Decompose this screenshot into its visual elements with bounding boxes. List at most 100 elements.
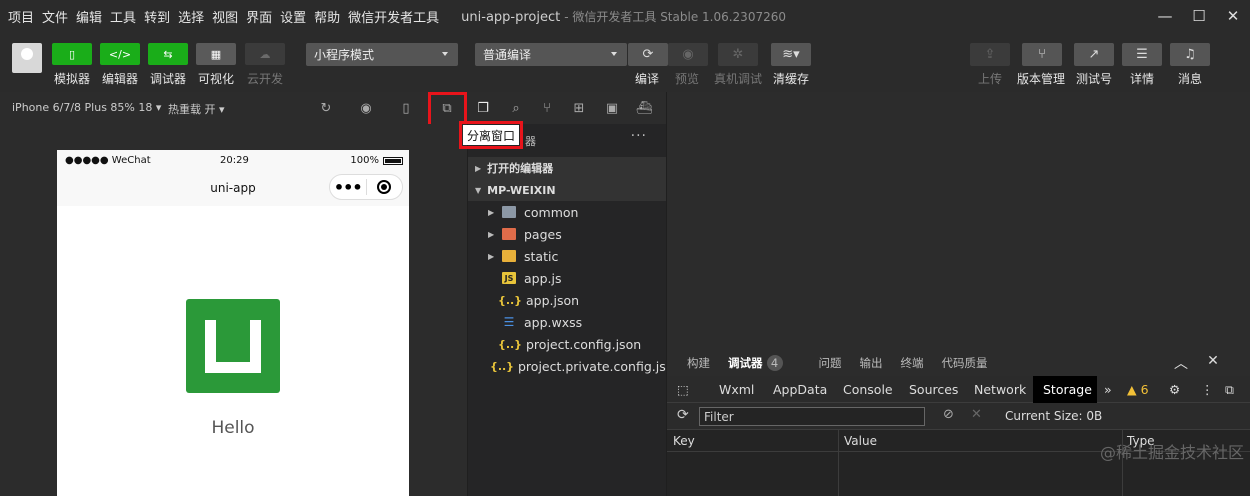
menu-help[interactable]: 帮助	[314, 7, 340, 26]
tree-item-project-config[interactable]: {..} project.config.json	[468, 333, 667, 355]
menu-project[interactable]: 项目	[8, 7, 34, 26]
simulator-button[interactable]: ▯ 模拟器	[52, 43, 92, 87]
tab-debugger[interactable]: 调试器 4	[728, 354, 801, 371]
minimize-icon[interactable]: —	[1148, 0, 1182, 32]
tree-item-app-wxss[interactable]: ☰ app.wxss	[468, 311, 667, 333]
detach-window-tooltip: 分离窗口	[463, 125, 519, 145]
menu-settings[interactable]: 设置	[280, 7, 306, 26]
avatar[interactable]	[12, 43, 42, 73]
window-title: uni-app-project - 微信开发者工具 Stable 1.06.230…	[461, 8, 786, 25]
tab-appdata[interactable]: AppData	[773, 382, 827, 397]
menu-tools[interactable]: 工具	[110, 7, 136, 26]
tab-output[interactable]: 输出	[860, 355, 883, 371]
close-icon[interactable]: ✕	[1216, 0, 1250, 32]
kebab-menu-icon[interactable]: ⋮	[1201, 382, 1214, 397]
dock-icon[interactable]: ⧉	[1225, 382, 1234, 398]
extensions-icon[interactable]: ⊞	[571, 100, 587, 116]
more-icon[interactable]: •••	[330, 178, 366, 197]
tree-item-pages[interactable]: ▶ pages	[468, 223, 667, 245]
clear-icon[interactable]: ⊘	[943, 407, 954, 422]
copy-files-icon[interactable]: ❐	[475, 100, 491, 116]
capsule-button[interactable]: •••	[329, 174, 403, 200]
bug-icon[interactable]: ✲	[718, 43, 758, 66]
exit-icon[interactable]	[366, 180, 402, 194]
menu-view[interactable]: 视图	[212, 7, 238, 26]
device-select[interactable]: iPhone 6/7/8 Plus 85% 18 ▾	[12, 101, 161, 114]
inspect-icon[interactable]: ⬚	[677, 382, 689, 397]
watermark: @稀土掘金技术社区	[1099, 443, 1244, 462]
tab-wxml[interactable]: Wxml	[719, 382, 754, 397]
tab-terminal[interactable]: 终端	[901, 355, 924, 371]
chevron-right-icon: ▶	[488, 207, 495, 217]
battery-icon	[383, 156, 403, 165]
eye-icon[interactable]: ◉	[668, 43, 708, 66]
search-icon[interactable]: ⌕	[508, 100, 524, 116]
compile-select[interactable]: 普通编译	[475, 43, 627, 66]
folder-icon	[502, 206, 516, 218]
rotate-icon[interactable]: ↻	[318, 100, 334, 116]
devtools-tabs: ⬚ Wxml AppData Console Sources Network S…	[667, 376, 1250, 403]
menu-edit[interactable]: 编辑	[76, 7, 102, 26]
tree-item-label: project.private.config.js...	[518, 358, 667, 374]
tree-item-app-js[interactable]: JS app.js	[468, 267, 667, 289]
preview-label: 预览	[675, 72, 700, 86]
file-explorer: 器 ··· ▶ 打开的编辑器 ▼ MP-WEIXIN ▶ common ▶ pages …	[467, 124, 667, 496]
gear-icon[interactable]: ⚙	[1169, 382, 1180, 397]
mode-select[interactable]: 小程序模式	[306, 43, 458, 66]
tab-sources[interactable]: Sources	[909, 382, 958, 397]
tree-item-common[interactable]: ▶ common	[468, 201, 667, 223]
more-tabs-icon[interactable]: »	[1104, 382, 1112, 397]
bell-icon[interactable]: ♫	[1170, 43, 1210, 66]
tab-console[interactable]: Console	[843, 382, 893, 397]
menu-interface[interactable]: 界面	[246, 7, 272, 26]
delete-icon[interactable]: ✕	[971, 407, 982, 422]
tab-code-quality[interactable]: 代码质量	[942, 355, 988, 371]
debugger-button[interactable]: ⇆ 调试器	[148, 43, 188, 87]
project-section[interactable]: ▼ MP-WEIXIN	[468, 179, 667, 201]
close-icon[interactable]: ✕	[1197, 353, 1229, 373]
column-value[interactable]: Value	[844, 434, 877, 448]
git-branch-icon[interactable]: ⑂	[539, 100, 555, 116]
branch-icon[interactable]: ⑂	[1022, 43, 1062, 66]
chevron-down-icon	[611, 52, 617, 56]
editor-area[interactable]	[666, 92, 1250, 349]
menu-icon[interactable]: ☰	[1122, 43, 1162, 66]
folder-icon	[502, 228, 516, 240]
tab-network[interactable]: Network	[974, 382, 1026, 397]
docker-icon[interactable]: ⛴	[636, 100, 653, 116]
stop-icon[interactable]: ◉	[358, 100, 374, 116]
layers-icon[interactable]: ≋▾	[771, 43, 811, 66]
hot-reload-select[interactable]: 热重载 开 ▾	[168, 101, 225, 117]
panel-controls: ︿ ✕	[1165, 353, 1229, 373]
warning-count[interactable]: ▲ 6	[1127, 382, 1149, 397]
maximize-icon[interactable]: ☐	[1182, 0, 1216, 32]
chevron-up-icon[interactable]: ︿	[1165, 353, 1197, 373]
storage-filter-bar: ⟳ Filter ⊘ ✕ Current Size: 0B	[667, 403, 1250, 430]
column-key[interactable]: Key	[673, 434, 695, 448]
tree-item-project-private-config[interactable]: {..} project.private.config.js...	[468, 355, 667, 377]
tree-item-static[interactable]: ▶ static	[468, 245, 667, 267]
menu-file[interactable]: 文件	[42, 7, 68, 26]
menu-goto[interactable]: 转到	[144, 7, 170, 26]
menu-wechat-devtools[interactable]: 微信开发者工具	[348, 7, 439, 26]
phone-outline-icon[interactable]: ▯	[398, 100, 414, 116]
more-icon[interactable]: ···	[631, 128, 647, 144]
tab-build[interactable]: 构建	[687, 355, 710, 371]
cloud-button[interactable]: ☁ 云开发	[245, 43, 285, 87]
tab-storage[interactable]: Storage	[1043, 382, 1092, 397]
save-icon[interactable]: ▣	[604, 100, 620, 116]
app-version: - 微信开发者工具 Stable 1.06.2307260	[564, 9, 786, 24]
refresh-icon[interactable]: ⟳	[628, 43, 668, 66]
menu-select[interactable]: 选择	[178, 7, 204, 26]
signal-indicator: ●●●●● WeChat	[65, 155, 151, 166]
visual-button[interactable]: ▦ 可视化	[196, 43, 236, 87]
filter-input[interactable]: Filter	[699, 407, 925, 426]
open-editors-section[interactable]: ▶ 打开的编辑器	[468, 157, 667, 179]
phone-simulator[interactable]: ●●●●● WeChat 20:29 100% uni-app ••• Hell…	[57, 150, 409, 496]
editor-button[interactable]: </> 编辑器	[100, 43, 140, 87]
external-link-icon[interactable]: ↗	[1074, 43, 1114, 66]
refresh-icon[interactable]: ⟳	[677, 407, 689, 423]
upload-icon[interactable]: ⇪	[970, 43, 1010, 66]
tab-problems[interactable]: 问题	[819, 355, 842, 371]
tree-item-app-json[interactable]: {..} app.json	[468, 289, 667, 311]
